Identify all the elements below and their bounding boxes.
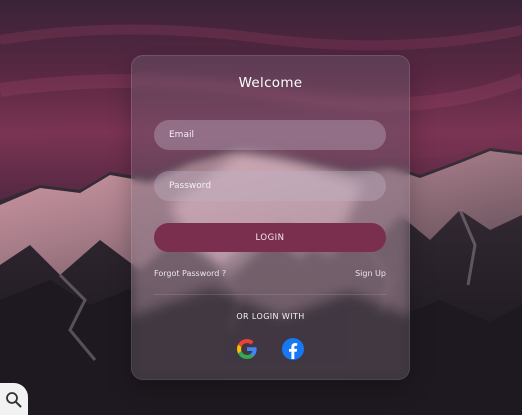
signup-link[interactable]: Sign Up (355, 269, 386, 278)
facebook-login-button[interactable] (281, 337, 305, 361)
forgot-password-link[interactable]: Forgot Password ? (154, 269, 226, 278)
login-button[interactable]: LOGIN (154, 223, 386, 252)
visual-search-icon (6, 392, 22, 408)
password-field[interactable] (154, 171, 386, 201)
divider (154, 294, 386, 295)
google-login-button[interactable] (235, 337, 259, 361)
card-blurred-backdrop (131, 150, 410, 380)
google-icon (237, 339, 257, 359)
welcome-title: Welcome (238, 75, 303, 91)
visual-search-button[interactable] (0, 383, 28, 415)
facebook-icon (282, 338, 304, 360)
or-login-with-label: OR LOGIN WITH (236, 312, 305, 321)
email-field[interactable] (154, 120, 386, 150)
login-card: Welcome LOGIN Forgot Password ? Sign Up … (131, 55, 410, 380)
